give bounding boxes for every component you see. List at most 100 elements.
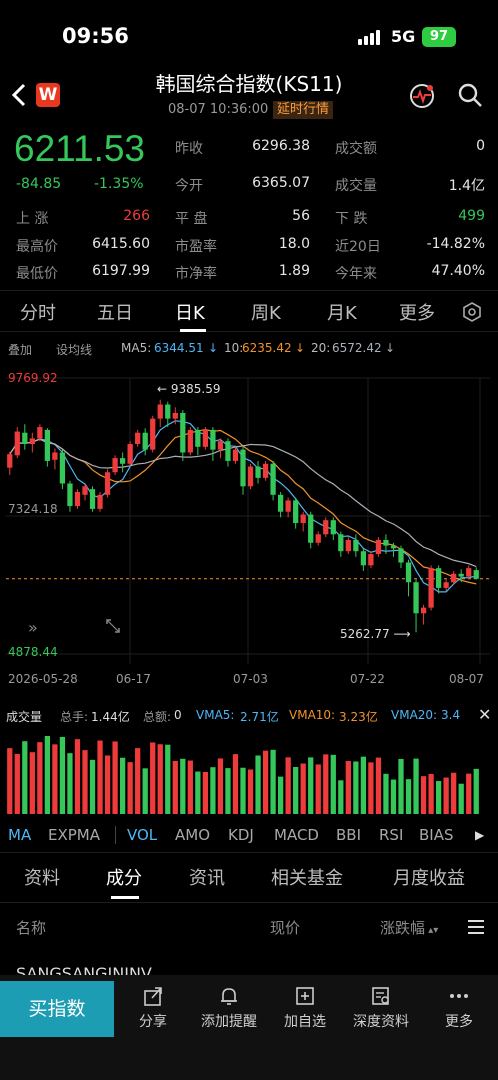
stat-value: 6415.60 (92, 236, 150, 252)
volume-bar (353, 761, 359, 814)
candle-body (97, 494, 103, 509)
candle-body (172, 412, 178, 419)
search-icon[interactable] (457, 82, 483, 108)
tab-intraday[interactable]: 分时 (20, 299, 56, 325)
tab-constituents[interactable]: 成分 (106, 864, 142, 890)
indicator-rsi[interactable]: RSI (379, 826, 403, 844)
y-min-label: 4878.44 (8, 645, 58, 659)
stat-label: 下 跌 (335, 211, 368, 227)
tab-weekly[interactable]: 周K (251, 299, 281, 325)
add-alert-label: 添加提醒 (201, 1014, 257, 1030)
candle-body (435, 568, 442, 588)
volume-bar (142, 768, 148, 814)
col-price[interactable]: 现价 (270, 917, 300, 938)
tab-daily[interactable]: 日K (175, 299, 205, 325)
ma-settings-button[interactable]: 设均线 (56, 341, 92, 358)
candle-body (308, 514, 314, 543)
tab-news[interactable]: 资讯 (189, 864, 225, 890)
indicator-kdj[interactable]: KDJ (228, 826, 254, 844)
candle-body (353, 539, 359, 552)
ma20-value: 6572.42 (332, 341, 382, 355)
candle-body (375, 539, 382, 555)
active-tab-underline (180, 329, 206, 332)
tab-more[interactable]: 更多 (399, 299, 435, 325)
ma20-label: 20: (311, 341, 331, 355)
menu-icon[interactable] (466, 918, 486, 940)
low-annotation: 5262.77 ⟶ (340, 627, 411, 641)
volume-bar (135, 748, 141, 814)
candle-body (82, 486, 88, 495)
ma5-arrow: ↓ (208, 341, 219, 355)
more-icon (422, 985, 496, 1011)
candle-body (157, 404, 163, 419)
volume-bar (89, 759, 96, 814)
volume-bar (127, 762, 133, 814)
candlestick-chart[interactable] (0, 364, 498, 694)
candle-body (323, 520, 329, 535)
candle-body (104, 472, 111, 495)
deep-data-button[interactable]: 深度资料 (344, 985, 418, 1031)
tab-5day[interactable]: 五日 (97, 299, 133, 325)
indicator-bias[interactable]: BIAS (419, 826, 454, 844)
tab-monthly-returns[interactable]: 月度收益 (393, 864, 465, 890)
indicator-macd[interactable]: MACD (274, 826, 319, 844)
tab-related-funds[interactable]: 相关基金 (271, 864, 343, 890)
indicator-expma[interactable]: EXPMA (48, 826, 100, 844)
candle-body (210, 429, 216, 450)
candle-body (315, 534, 321, 543)
field-value: 0 (476, 138, 485, 154)
volume-bar (165, 744, 171, 814)
stat-label: 市净率 (175, 266, 217, 282)
pulse-icon[interactable] (408, 82, 436, 110)
tab-monthly[interactable]: 月K (327, 299, 357, 325)
candle-body (338, 534, 344, 552)
fullscreen-icon[interactable] (105, 618, 121, 638)
more-button[interactable]: 更多 (422, 985, 496, 1031)
volume-title: 成交量 (6, 710, 43, 724)
candle-body (473, 570, 479, 579)
volume-bar (315, 764, 321, 814)
add-alert-button[interactable]: 添加提醒 (192, 985, 266, 1031)
volume-bar (255, 755, 261, 814)
volume-chart[interactable] (0, 728, 498, 818)
indicator-bbi[interactable]: BBI (336, 826, 361, 844)
col-change-label: 涨跌幅 (380, 919, 426, 937)
more-label: 更多 (445, 1014, 473, 1030)
candle-body (345, 539, 351, 552)
volume-bar (74, 739, 81, 814)
volume-bar (59, 736, 66, 814)
candle-body (405, 562, 412, 583)
buy-index-button[interactable]: 买指数 (0, 981, 114, 1037)
add-watchlist-button[interactable]: 加自选 (268, 985, 342, 1031)
share-button[interactable]: 分享 (116, 985, 190, 1031)
chart-settings-icon[interactable] (462, 302, 482, 326)
candle-body (420, 607, 427, 614)
delayed-badge: 延时行情 (273, 101, 334, 119)
candle-body (225, 441, 231, 461)
scroll-right-icon[interactable]: ▶ (475, 828, 484, 842)
indicator-amo[interactable]: AMO (175, 826, 210, 844)
candle-body (443, 582, 449, 588)
volume-bar (293, 767, 299, 814)
overlay-button[interactable]: 叠加 (8, 341, 32, 358)
x-label: 07-22 (350, 672, 385, 686)
expand-left-icon[interactable]: » (28, 618, 48, 638)
volume-bar (285, 757, 291, 814)
indicator-vol[interactable]: VOL (127, 826, 157, 844)
status-bar: 09:56 5G 97 (0, 0, 498, 70)
indicator-ma[interactable]: MA (8, 826, 31, 844)
volume-bar (435, 781, 442, 814)
x-label: 06-17 (116, 672, 151, 686)
volume-bar (383, 773, 389, 814)
volume-bar (150, 742, 156, 814)
candle-body (67, 483, 73, 507)
volume-bar (14, 753, 20, 814)
volume-bar (458, 783, 464, 814)
volume-bar (277, 776, 284, 814)
col-change[interactable]: 涨跌幅 ▴▾ (380, 917, 438, 938)
candle-body (135, 432, 141, 445)
close-volume-icon[interactable]: ✕ (478, 705, 491, 724)
tab-profile[interactable]: 资料 (24, 864, 60, 890)
candle-body (44, 429, 51, 461)
signal-icon (358, 30, 380, 45)
